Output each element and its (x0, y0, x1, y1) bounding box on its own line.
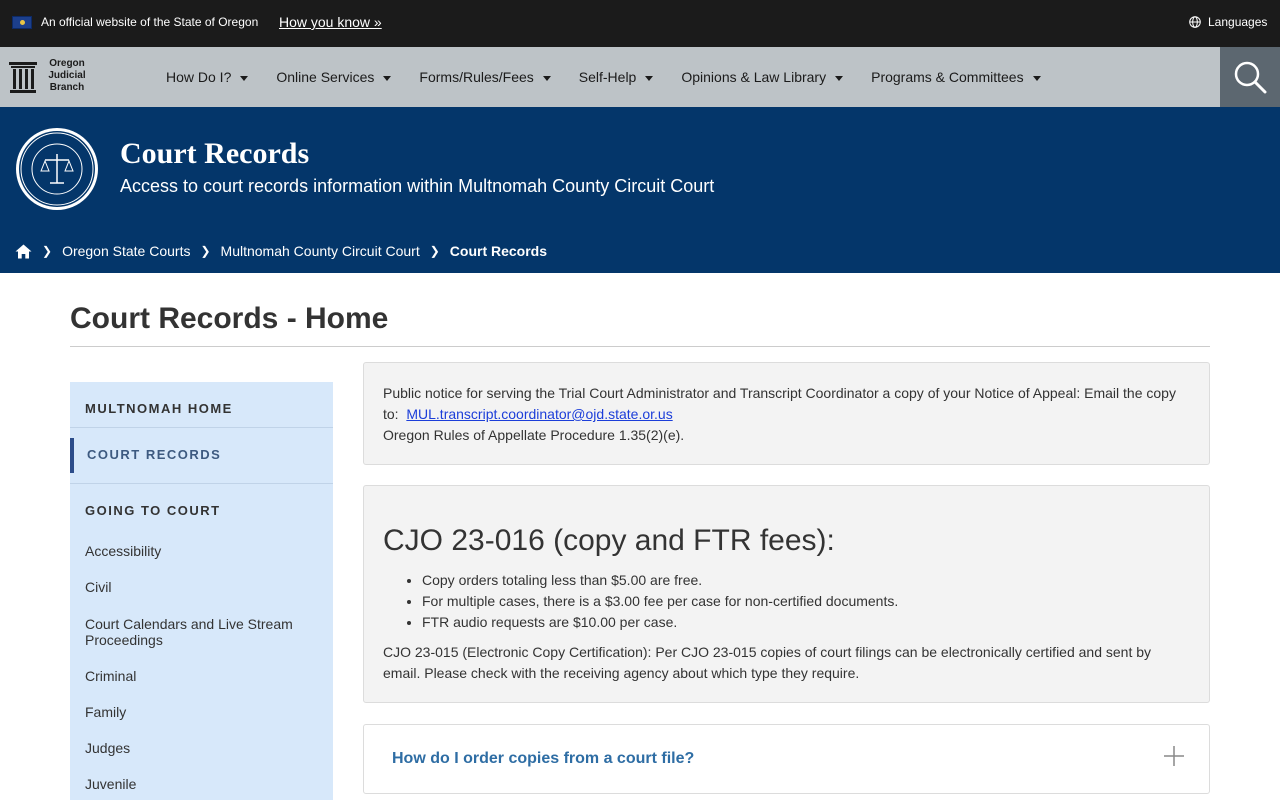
sidebar-item-juvenile[interactable]: Juvenile (85, 776, 315, 792)
accordion-title[interactable]: How do I order copies from a court file? (392, 750, 694, 768)
caret-down-icon (645, 75, 654, 81)
chevron-right-icon: ❯ (429, 244, 440, 258)
breadcrumb: ❯ Oregon State Courts ❯ Multnomah County… (15, 243, 547, 259)
nav-label: Forms/Rules/Fees (419, 69, 534, 85)
nav-label: Online Services (276, 69, 375, 85)
search-icon (1234, 61, 1267, 94)
order-copies-accordion[interactable]: How do I order copies from a court file? (363, 724, 1210, 794)
fee-list-item: FTR audio requests are $10.00 per case. (422, 612, 898, 633)
caret-down-icon (383, 75, 392, 81)
chevron-right-icon: ❯ (42, 244, 53, 258)
ojd-logo[interactable]: Oregon Judicial Branch (8, 58, 98, 98)
plus-icon[interactable] (1163, 745, 1185, 767)
caret-down-icon (1032, 75, 1041, 81)
nav-label: Self-Help (578, 69, 637, 85)
cjo-certification-note: CJO 23-015 (Electronic Copy Certificatio… (383, 644, 1152, 681)
nav-label: Opinions & Law Library (681, 69, 827, 85)
caret-down-icon (835, 75, 844, 81)
caret-down-icon (542, 75, 551, 81)
how-you-know-link[interactable]: How you know » (279, 14, 382, 30)
official-site-text: An official website of the State of Oreg… (41, 15, 259, 29)
sidebar-item-criminal[interactable]: Criminal (85, 668, 315, 684)
logo-wordmark: Oregon Judicial Branch (44, 58, 90, 94)
chevron-right-icon: ❯ (200, 244, 211, 258)
sidebar-item-court-calendars[interactable]: Court Calendars and Live Stream Proceedi… (85, 616, 315, 648)
fee-list-item: For multiple cases, there is a $3.00 fee… (422, 591, 898, 612)
title-divider (70, 346, 1210, 347)
caret-down-icon (240, 75, 249, 81)
nav-online-services[interactable]: Online Services (276, 69, 392, 85)
sidebar-nav: MULTNOMAH HOME COURT RECORDS GOING TO CO… (70, 382, 333, 800)
page-title: Court Records - Home (70, 302, 389, 335)
sidebar-item-civil[interactable]: Civil (85, 579, 315, 595)
breadcrumb-multnomah-circuit-court[interactable]: Multnomah County Circuit Court (221, 243, 420, 259)
sidebar-item-judges[interactable]: Judges (85, 740, 315, 756)
active-indicator (70, 438, 74, 473)
nav-self-help[interactable]: Self-Help (579, 69, 654, 85)
breadcrumb-current: Court Records (449, 243, 548, 259)
cjo-fees-card: CJO 23-016 (copy and FTR fees): Copy ord… (363, 485, 1210, 703)
nav-opinions-law-library[interactable]: Opinions & Law Library (681, 69, 844, 85)
page-hero: Court Records Access to court records in… (0, 107, 1280, 273)
nav-menu: How Do I? Online Services Forms/Rules/Fe… (166, 47, 1069, 107)
sidebar-item-accessibility[interactable]: Accessibility (85, 543, 315, 559)
cjo-heading: CJO 23-016 (copy and FTR fees): (383, 524, 835, 557)
languages-link[interactable]: Languages (1208, 15, 1267, 29)
fee-list-item: Copy orders totaling less than $5.00 are… (422, 570, 898, 591)
hero-subtitle: Access to court records information with… (120, 176, 715, 196)
breadcrumb-oregon-state-courts[interactable]: Oregon State Courts (62, 243, 190, 259)
logo-line: Oregon (49, 58, 85, 69)
search-button[interactable] (1220, 47, 1280, 107)
sidebar-section-going-to-court[interactable]: GOING TO COURT (85, 503, 221, 518)
courthouse-logo-icon (9, 62, 37, 93)
transcript-email-link[interactable]: MUL.transcript.coordinator@ojd.state.or.… (406, 406, 672, 422)
logo-line: Branch (49, 82, 85, 93)
nav-programs-committees[interactable]: Programs & Committees (871, 69, 1041, 85)
logo-line: Judicial (48, 70, 86, 81)
nav-forms-rules-fees[interactable]: Forms/Rules/Fees (419, 69, 551, 85)
sidebar-divider (70, 427, 333, 428)
sidebar-item-family[interactable]: Family (85, 704, 315, 720)
hero-title: Court Records (120, 137, 310, 170)
nav-label: Programs & Committees (871, 69, 1024, 85)
sidebar-item-multnomah-home[interactable]: MULTNOMAH HOME (85, 401, 233, 416)
appeal-notice-card: Public notice for serving the Trial Cour… (363, 362, 1210, 465)
notice-rule-reference: Oregon Rules of Appellate Procedure 1.35… (383, 427, 685, 443)
nav-how-do-i[interactable]: How Do I? (166, 69, 249, 85)
globe-icon[interactable] (1189, 16, 1201, 28)
judicial-department-seal (16, 128, 98, 210)
sidebar-divider (70, 483, 333, 484)
official-site-banner: An official website of the State of Oreg… (0, 0, 1280, 47)
fee-list: Copy orders totaling less than $5.00 are… (404, 570, 898, 633)
oregon-flag-icon (12, 16, 32, 29)
home-icon[interactable] (15, 244, 32, 259)
nav-label: How Do I? (166, 69, 232, 85)
sidebar-item-court-records[interactable]: COURT RECORDS (87, 447, 221, 462)
main-navigation: Oregon Judicial Branch How Do I? Online … (0, 47, 1280, 107)
